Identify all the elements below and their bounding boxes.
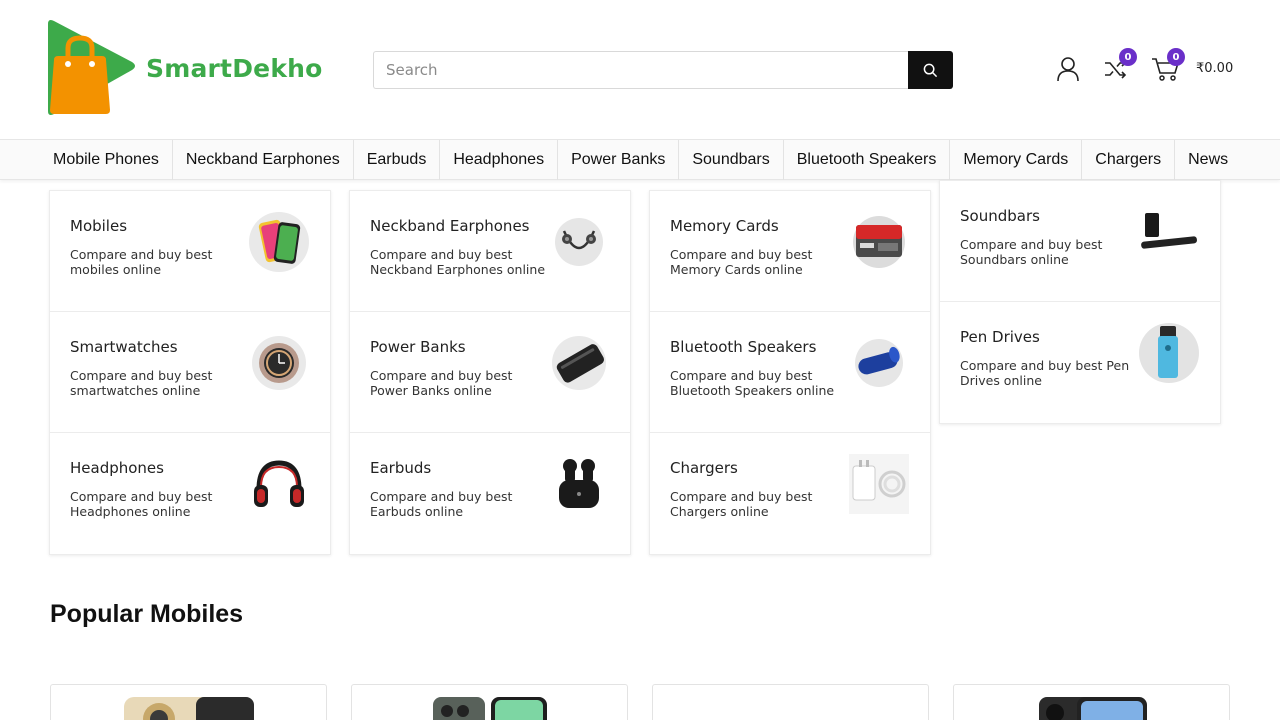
logo-shopping-bag-icon bbox=[48, 20, 135, 115]
category-title: Headphones bbox=[70, 459, 164, 477]
logo-text: SmartDekho bbox=[146, 53, 323, 83]
product-card[interactable] bbox=[953, 684, 1230, 720]
category-card-power-banks[interactable]: Power Banks Compare and buy best Power B… bbox=[350, 312, 630, 433]
category-card-headphones[interactable]: Headphones Compare and buy best Headphon… bbox=[50, 433, 330, 554]
cart-total[interactable]: ₹0.00 bbox=[1196, 61, 1233, 76]
user-icon bbox=[1057, 57, 1079, 82]
smartwatch-icon bbox=[248, 332, 310, 394]
account-button[interactable] bbox=[1054, 55, 1082, 83]
search-button[interactable] bbox=[908, 51, 953, 89]
nav-item-chargers[interactable]: Chargers bbox=[1082, 140, 1176, 180]
category-description: Compare and buy best smartwatches online bbox=[70, 368, 213, 398]
nav-item-soundbars[interactable]: Soundbars bbox=[679, 140, 784, 180]
category-card-memory-cards[interactable]: Memory Cards Compare and buy best Memory… bbox=[650, 191, 930, 312]
category-description: Compare and buy best Chargers online bbox=[670, 489, 813, 519]
category-column: Memory Cards Compare and buy best Memory… bbox=[649, 190, 931, 555]
product-card[interactable] bbox=[50, 684, 327, 720]
category-column: Neckband Earphones Compare and buy best … bbox=[349, 190, 631, 555]
category-description: Compare and buy best Bluetooth Speakers … bbox=[670, 368, 835, 398]
category-description: Compare and buy best Soundbars online bbox=[960, 237, 1103, 267]
category-title: Pen Drives bbox=[960, 328, 1040, 346]
phone-thumbnail bbox=[432, 697, 547, 720]
speaker-icon bbox=[848, 332, 910, 394]
category-title: Bluetooth Speakers bbox=[670, 338, 817, 356]
category-card-smartwatches[interactable]: Smartwatches Compare and buy best smartw… bbox=[50, 312, 330, 433]
nav-item-memory-cards[interactable]: Memory Cards bbox=[950, 140, 1083, 180]
power-bank-icon bbox=[548, 332, 610, 394]
nav-item-earbuds[interactable]: Earbuds bbox=[354, 140, 441, 180]
category-description: Compare and buy best Pen Drives online bbox=[960, 358, 1130, 388]
search-icon bbox=[923, 63, 938, 77]
category-card-soundbars[interactable]: Soundbars Compare and buy best Soundbars… bbox=[940, 181, 1220, 302]
category-title: Chargers bbox=[670, 459, 738, 477]
category-card-mobiles[interactable]: Mobiles Compare and buy best mobiles onl… bbox=[50, 191, 330, 312]
category-card-earbuds[interactable]: Earbuds Compare and buy best Earbuds onl… bbox=[350, 433, 630, 554]
category-title: Neckband Earphones bbox=[370, 217, 530, 235]
category-title: Power Banks bbox=[370, 338, 466, 356]
category-column: Mobiles Compare and buy best mobiles onl… bbox=[49, 190, 331, 555]
site-header: SmartDekho 0 0 ₹ bbox=[0, 0, 1280, 139]
category-column: Soundbars Compare and buy best Soundbars… bbox=[939, 180, 1221, 424]
headphones-icon bbox=[248, 453, 310, 515]
search-bar bbox=[373, 51, 953, 89]
charger-icon bbox=[848, 453, 910, 515]
category-title: Mobiles bbox=[70, 217, 128, 235]
earbuds-icon bbox=[548, 453, 610, 515]
logo[interactable]: SmartDekho bbox=[44, 18, 323, 118]
soundbar-icon bbox=[1138, 201, 1200, 263]
category-title: Earbuds bbox=[370, 459, 432, 477]
product-card[interactable] bbox=[351, 684, 628, 720]
category-description: Compare and buy best Power Banks online bbox=[370, 368, 513, 398]
neckband-icon bbox=[548, 211, 610, 273]
nav-item-headphones[interactable]: Headphones bbox=[440, 140, 559, 180]
category-card-pen-drives[interactable]: Pen Drives Compare and buy best Pen Driv… bbox=[940, 302, 1220, 423]
pen-drive-icon bbox=[1138, 322, 1200, 384]
category-card-neckband-earphones[interactable]: Neckband Earphones Compare and buy best … bbox=[350, 191, 630, 312]
category-title: Memory Cards bbox=[670, 217, 779, 235]
nav-item-bluetooth-speakers[interactable]: Bluetooth Speakers bbox=[784, 140, 951, 180]
memory-card-icon bbox=[848, 211, 910, 273]
section-title-popular-mobiles: Popular Mobiles bbox=[50, 600, 244, 628]
category-title: Smartwatches bbox=[70, 338, 178, 356]
category-card-chargers[interactable]: Chargers Compare and buy best Chargers o… bbox=[650, 433, 930, 554]
main-nav: Mobile Phones Neckband Earphones Earbuds… bbox=[0, 139, 1280, 180]
category-description: Compare and buy best Headphones online bbox=[70, 489, 213, 519]
category-description: Compare and buy best Memory Cards online bbox=[670, 247, 813, 277]
nav-item-power-banks[interactable]: Power Banks bbox=[558, 140, 680, 180]
category-description: Compare and buy best Neckband Earphones … bbox=[370, 247, 546, 277]
compare-count-badge: 0 bbox=[1119, 48, 1137, 66]
mobile-phone-icon bbox=[248, 211, 310, 273]
category-title: Soundbars bbox=[960, 207, 1040, 225]
nav-item-neckband-earphones[interactable]: Neckband Earphones bbox=[173, 140, 354, 180]
nav-item-mobile-phones[interactable]: Mobile Phones bbox=[40, 140, 173, 180]
category-description: Compare and buy best mobiles online bbox=[70, 247, 213, 277]
product-card[interactable] bbox=[652, 684, 929, 720]
phone-thumbnail bbox=[1038, 697, 1147, 720]
cart-count-badge: 0 bbox=[1167, 48, 1185, 66]
category-card-bluetooth-speakers[interactable]: Bluetooth Speakers Compare and buy best … bbox=[650, 312, 930, 433]
phone-thumbnail bbox=[123, 697, 254, 720]
category-description: Compare and buy best Earbuds online bbox=[370, 489, 513, 519]
phone-thumbnail bbox=[726, 697, 856, 720]
search-input[interactable] bbox=[373, 51, 908, 89]
nav-item-news[interactable]: News bbox=[1175, 140, 1241, 180]
